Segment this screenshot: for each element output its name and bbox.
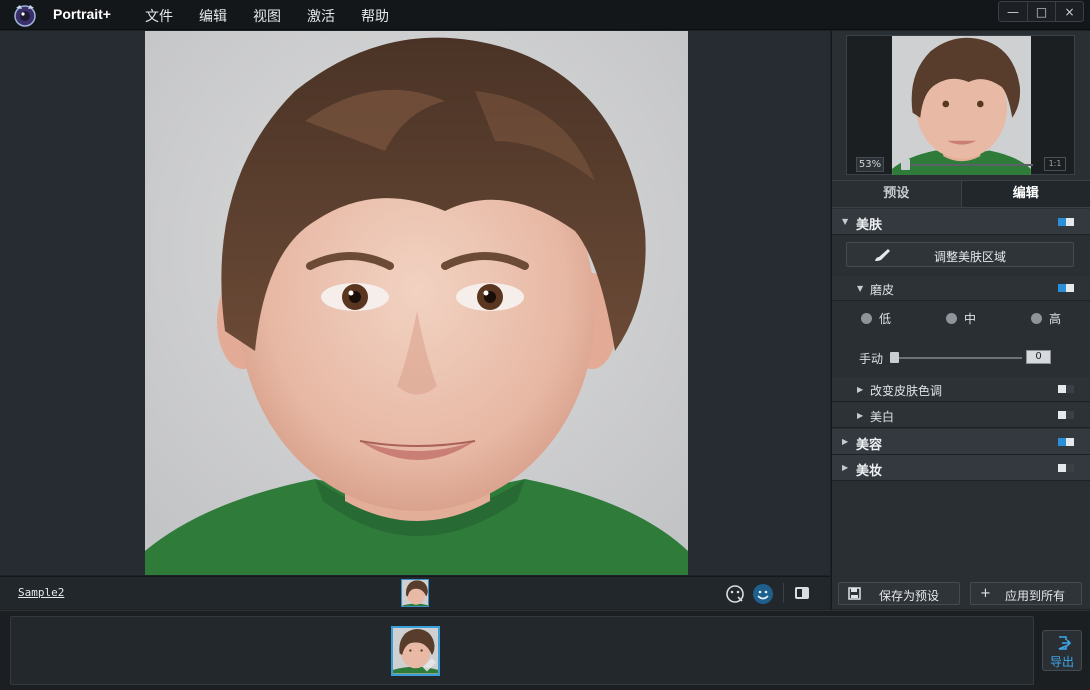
file-name-link[interactable]: Sample2 — [18, 586, 64, 599]
face-detect-icon[interactable] — [725, 584, 745, 604]
adjust-skin-area-label: 调整美肤区域 — [847, 248, 1073, 265]
manual-slider-track[interactable] — [896, 357, 1022, 359]
save-icon — [848, 587, 861, 600]
title-bar: Portrait+ 文件 编辑 视图 激活 帮助 — □ × — [0, 0, 1090, 30]
radio-level-high[interactable]: 高 — [1031, 310, 1061, 327]
beauty-toggle[interactable] — [1058, 438, 1074, 446]
export-label: 导出 — [1043, 653, 1081, 670]
radio-dot-icon — [1031, 313, 1042, 324]
zoom-slider-handle[interactable] — [901, 159, 910, 170]
radio-level-high-label: 高 — [1049, 310, 1061, 327]
status-bar: Sample2 — [0, 576, 830, 609]
current-photo-thumbnail[interactable] — [401, 579, 429, 607]
navigator-thumbnail-image — [892, 36, 1031, 175]
apply-to-all-label: 应用到所有 — [1005, 587, 1065, 604]
section-smoothing-label: 磨皮 — [870, 281, 894, 298]
right-panel: 53% 1:1 预设 编辑 ▼ 美肤 调整美肤区域 ▼ 磨皮 低 中 — [831, 31, 1090, 609]
menu-bar: 文件 编辑 视图 激活 帮助 — [145, 6, 415, 26]
section-smoothing-header[interactable]: ▼ 磨皮 — [832, 276, 1090, 301]
radio-dot-icon — [946, 313, 957, 324]
radio-level-low[interactable]: 低 — [861, 310, 891, 327]
section-whitening-header[interactable]: ▶ 美白 — [832, 403, 1090, 428]
expanded-arrow-icon: ▼ — [857, 284, 863, 293]
radio-dot-icon — [861, 313, 872, 324]
section-skin-tone-label: 改变皮肤色调 — [870, 382, 942, 399]
collapsed-arrow-icon: ▶ — [842, 437, 848, 446]
menu-file[interactable]: 文件 — [145, 6, 173, 26]
window-controls: — □ × — [998, 1, 1084, 22]
close-button[interactable]: × — [1055, 2, 1083, 21]
film-thumbnail-image — [393, 628, 438, 674]
expanded-arrow-icon: ▼ — [842, 217, 848, 226]
radio-level-low-label: 低 — [879, 310, 891, 327]
zoom-readout[interactable]: 53% — [856, 157, 884, 172]
menu-help[interactable]: 帮助 — [361, 6, 389, 26]
save-preset-label: 保存为预设 — [879, 587, 939, 604]
tab-presets[interactable]: 预设 — [832, 181, 961, 207]
export-icon — [1057, 636, 1071, 650]
whitening-toggle[interactable] — [1058, 411, 1074, 419]
thumbnail-image — [402, 580, 429, 607]
actual-size-button[interactable]: 1:1 — [1044, 157, 1066, 171]
maximize-button[interactable]: □ — [1027, 2, 1055, 21]
skin-toggle[interactable] — [1058, 218, 1074, 226]
manual-slider-handle[interactable] — [890, 352, 899, 363]
panel-tabs: 预设 编辑 — [832, 180, 1090, 208]
smoothing-level-group: 低 中 高 — [832, 310, 1090, 332]
section-skin-label: 美肤 — [856, 214, 882, 233]
navigator-panel: 53% 1:1 — [846, 35, 1075, 175]
radio-level-mid-label: 中 — [964, 310, 976, 327]
app-title: Portrait+ — [53, 6, 111, 22]
menu-activate[interactable]: 激活 — [307, 6, 335, 26]
section-skin-header[interactable]: ▼ 美肤 — [832, 209, 1090, 235]
section-beauty-label: 美容 — [856, 434, 882, 453]
collapsed-arrow-icon: ▶ — [842, 463, 848, 472]
makeup-toggle[interactable] — [1058, 464, 1074, 472]
skin-tone-toggle[interactable] — [1058, 385, 1074, 393]
manual-smoothing-row: 手动 0 — [832, 349, 1090, 369]
minimize-button[interactable]: — — [999, 2, 1027, 21]
section-whitening-label: 美白 — [870, 408, 894, 425]
export-button[interactable]: 导出 — [1042, 630, 1082, 671]
preset-actions: 保存为预设 + 应用到所有 — [832, 580, 1090, 608]
menu-view[interactable]: 视图 — [253, 6, 281, 26]
editing-canvas[interactable] — [0, 31, 830, 575]
zoom-slider-track[interactable] — [903, 164, 1033, 166]
collapsed-arrow-icon: ▶ — [857, 411, 863, 420]
manual-value-field[interactable]: 0 — [1026, 350, 1051, 364]
tab-edit[interactable]: 编辑 — [961, 181, 1090, 207]
film-strip-thumbnail[interactable] — [391, 626, 440, 676]
toolbar-divider — [783, 583, 784, 603]
portrait-photo[interactable] — [145, 31, 688, 575]
section-skin-tone-header[interactable]: ▶ 改变皮肤色调 — [832, 377, 1090, 402]
menu-edit[interactable]: 编辑 — [199, 6, 227, 26]
apply-to-all-button[interactable]: + 应用到所有 — [970, 582, 1082, 605]
section-makeup-header[interactable]: ▶ 美妆 — [832, 455, 1090, 481]
plus-icon: + — [980, 587, 993, 600]
section-beauty-header[interactable]: ▶ 美容 — [832, 429, 1090, 455]
smile-icon[interactable] — [753, 584, 773, 604]
collapsed-arrow-icon: ▶ — [857, 385, 863, 394]
save-preset-button[interactable]: 保存为预设 — [838, 582, 960, 605]
portrait-image — [145, 31, 688, 575]
film-strip-tray — [10, 616, 1034, 685]
navigator-thumbnail[interactable] — [892, 36, 1031, 175]
section-makeup-label: 美妆 — [856, 460, 882, 479]
before-after-split-icon[interactable] — [795, 587, 809, 599]
adjust-skin-area-button[interactable]: 调整美肤区域 — [846, 242, 1074, 267]
app-logo-icon — [12, 3, 38, 27]
manual-label: 手动 — [859, 350, 883, 367]
smoothing-toggle[interactable] — [1058, 284, 1074, 292]
film-strip — [0, 610, 1090, 690]
radio-level-mid[interactable]: 中 — [946, 310, 976, 327]
